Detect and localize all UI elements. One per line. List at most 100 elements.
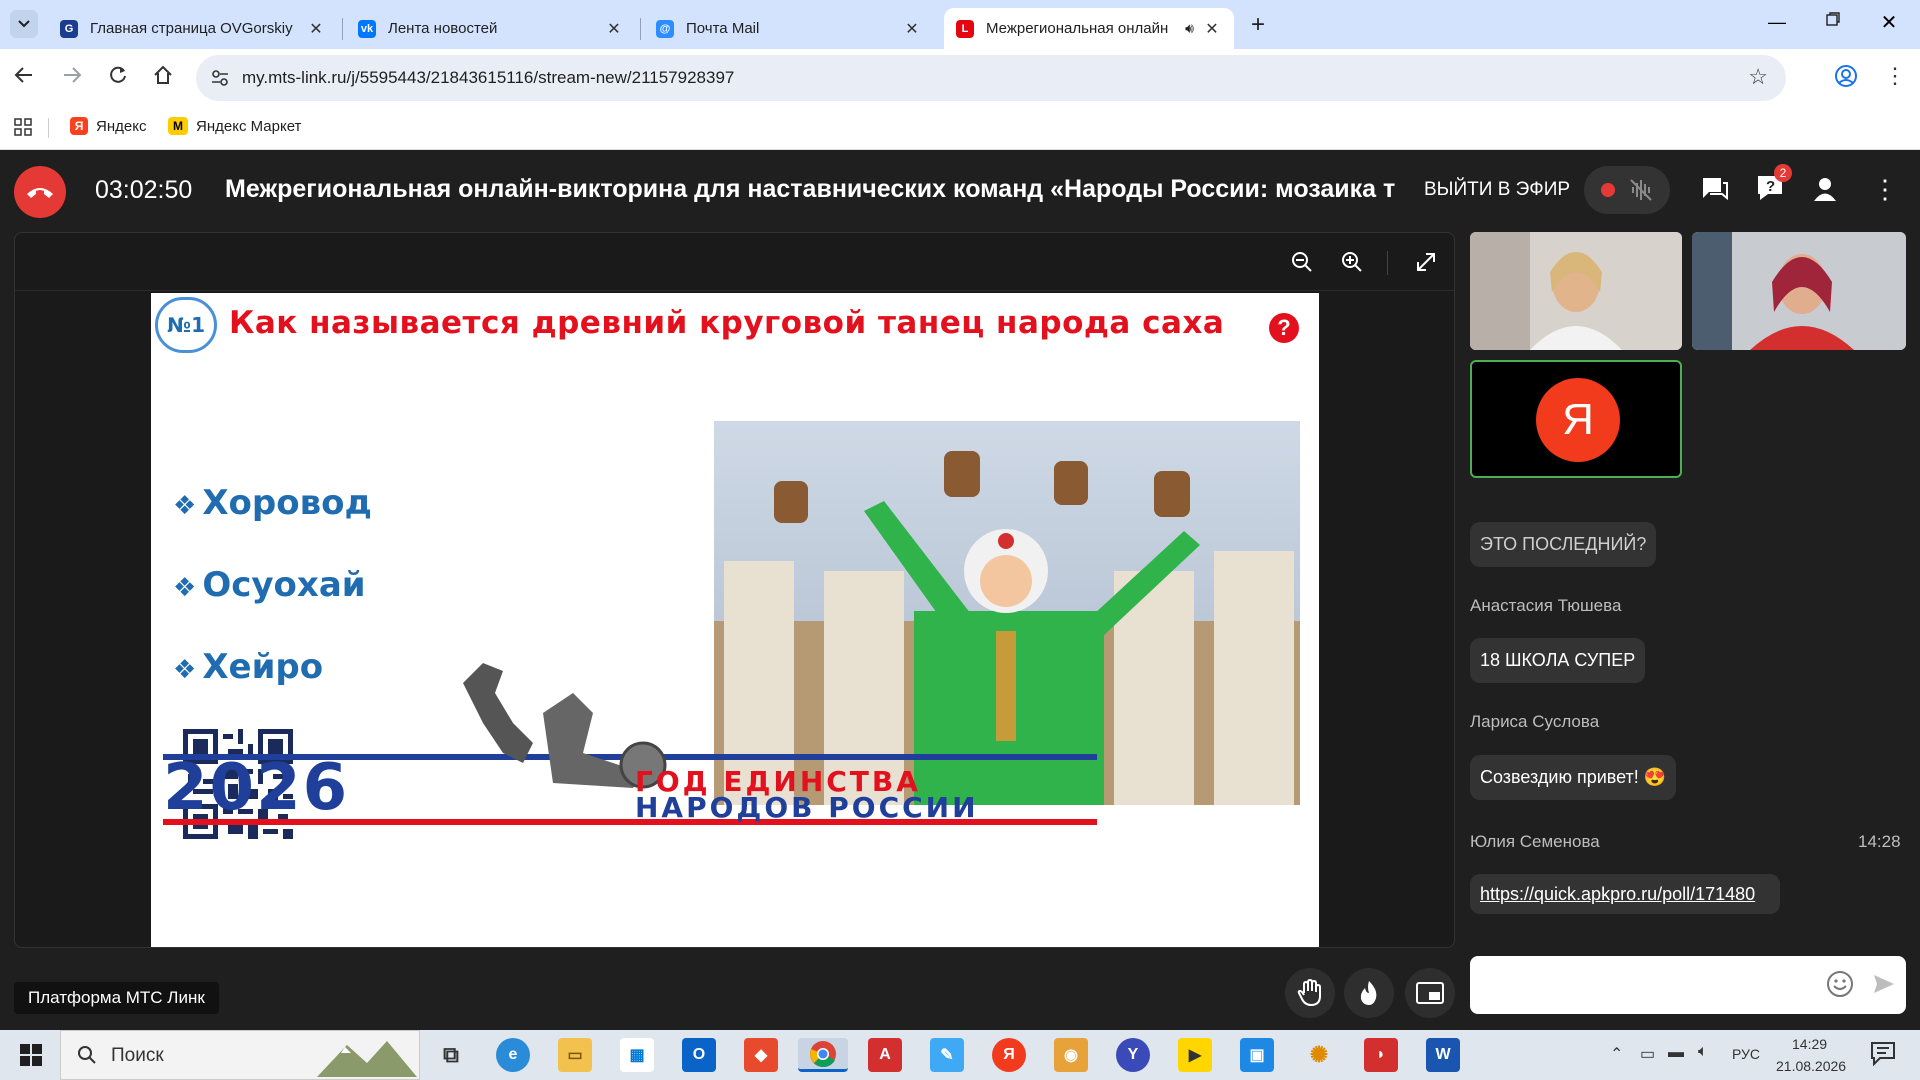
tab-news-feed[interactable]: vk Лента новостей ✕ xyxy=(346,8,636,49)
player-taskbar-icon[interactable]: ▶ xyxy=(1178,1038,1212,1072)
battery-icon[interactable]: ▬ xyxy=(1668,1044,1684,1062)
profile-icon xyxy=(1835,65,1857,87)
tray-chevron-icon[interactable]: ⌃ xyxy=(1610,1044,1623,1064)
fullscreen-button[interactable] xyxy=(1415,251,1437,278)
yandex-taskbar-icon[interactable]: Y xyxy=(1116,1038,1150,1072)
leave-call-button[interactable] xyxy=(14,166,66,218)
clock-time[interactable]: 14:29 xyxy=(1792,1036,1827,1052)
reload-button[interactable] xyxy=(108,65,128,90)
self-video-tile[interactable]: Я xyxy=(1470,360,1682,478)
tab-ovgorskiy[interactable]: G Главная страница OVGorskiy ✕ xyxy=(48,8,338,49)
restore-window-button[interactable] xyxy=(1818,12,1848,36)
tab-separator xyxy=(342,18,343,40)
diamond-bullet-icon: ❖ xyxy=(173,573,197,603)
zoom-in-button[interactable] xyxy=(1341,251,1363,278)
file-explorer-taskbar-icon[interactable]: ▭ xyxy=(558,1038,592,1072)
reactions-button[interactable] xyxy=(1344,968,1394,1018)
volume-icon[interactable]: 🔈︎ xyxy=(1698,1043,1708,1061)
session-timer: 03:02:50 xyxy=(95,176,193,204)
presentation-stage: №1 Как называется древний круговой танец… xyxy=(14,232,1455,948)
zoom-in-icon xyxy=(1342,252,1362,272)
taskbar-search-box[interactable]: Поиск xyxy=(60,1030,420,1080)
task-view-button[interactable]: ⧉ xyxy=(434,1038,468,1072)
svg-text:?: ? xyxy=(1766,178,1775,195)
raise-hand-button[interactable] xyxy=(1285,968,1335,1018)
answer-option: ❖ Хоровод xyxy=(173,483,372,523)
close-tab-icon[interactable]: ✕ xyxy=(902,19,922,39)
chat-timestamp: 14:28 xyxy=(1858,832,1901,851)
network-icon[interactable]: ▭ xyxy=(1640,1044,1655,1064)
store-taskbar-icon[interactable]: ▦ xyxy=(620,1038,654,1072)
chat-author: Лариса Суслова xyxy=(1470,712,1600,731)
questions-button[interactable]: ? 2 xyxy=(1756,164,1792,207)
outlook-taskbar-icon[interactable]: O xyxy=(682,1038,716,1072)
chat-button[interactable] xyxy=(1701,176,1729,207)
chat-input[interactable] xyxy=(1470,956,1906,1014)
bookmark-yandex[interactable]: Я Яндекс xyxy=(70,117,146,135)
pdf-reader-taskbar-icon[interactable]: A xyxy=(868,1038,902,1072)
edge-taskbar-icon[interactable]: e xyxy=(496,1038,530,1072)
year-banner: 2026 ГОД ЕДИНСТВА НАРОДОВ РОССИИ xyxy=(163,663,1307,943)
close-tab-icon[interactable]: ✕ xyxy=(306,19,326,39)
clock-date[interactable]: 21.08.2026 xyxy=(1776,1058,1846,1074)
picture-in-picture-button[interactable] xyxy=(1405,968,1455,1018)
new-tab-button[interactable]: + xyxy=(1244,12,1272,40)
notifications-icon[interactable] xyxy=(1870,1040,1896,1071)
home-button[interactable] xyxy=(152,64,174,91)
send-icon[interactable] xyxy=(1872,972,1896,1001)
speaker-icon[interactable]: 🔊︎ xyxy=(1185,20,1194,37)
chat-author: Юлия Семенова xyxy=(1470,832,1600,851)
bookmark-star-icon[interactable]: ☆ xyxy=(1748,64,1768,90)
game-taskbar-icon[interactable]: ✺ xyxy=(1302,1038,1336,1072)
tab-search-button[interactable] xyxy=(10,10,38,38)
chevron-down-icon xyxy=(18,20,30,28)
zoom-out-button[interactable] xyxy=(1291,251,1313,278)
hang-up-icon xyxy=(27,188,53,198)
go-live-button[interactable]: ВЫЙТИ В ЭФИР xyxy=(1424,179,1570,201)
forward-button[interactable] xyxy=(62,65,82,90)
close-tab-icon[interactable]: ✕ xyxy=(1202,19,1222,39)
start-button[interactable] xyxy=(14,1038,48,1072)
language-indicator[interactable]: РУС xyxy=(1732,1046,1760,1062)
diamond-bullet-icon: ❖ xyxy=(173,491,197,521)
more-options-button[interactable]: ⋮ xyxy=(1872,174,1898,205)
person-icon xyxy=(1814,178,1836,201)
hand-icon xyxy=(1297,979,1321,1007)
app-taskbar-icon[interactable]: ◆ xyxy=(744,1038,778,1072)
webinar-app: 03:02:50 Межрегиональная онлайн-викторин… xyxy=(0,150,1920,1030)
home-icon xyxy=(154,65,172,84)
participant-video-tile[interactable] xyxy=(1692,232,1906,350)
close-window-button[interactable]: ✕ xyxy=(1874,10,1904,34)
address-bar[interactable]: my.mts-link.ru/j/5595443/21843615116/str… xyxy=(196,55,1786,101)
yandex-browser-taskbar-icon[interactable]: Я xyxy=(992,1038,1026,1072)
participants-button[interactable] xyxy=(1812,176,1838,207)
url-text[interactable]: my.mts-link.ru/j/5595443/21843615116/str… xyxy=(242,68,734,88)
emoji-icon[interactable] xyxy=(1826,970,1854,1003)
bookmark-yandex-market[interactable]: M Яндекс Маркет xyxy=(168,117,301,135)
site-info-icon[interactable] xyxy=(210,68,230,93)
back-button[interactable] xyxy=(14,65,34,91)
browser-menu-button[interactable]: ⋮ xyxy=(1884,63,1906,89)
chat-message-link[interactable]: https://quick.apkpro.ru/poll/171480 xyxy=(1470,874,1780,914)
question-text: Как называется древний круговой танец на… xyxy=(229,305,1225,341)
yakut-dancers-photo xyxy=(714,421,1300,805)
webinar-title: Межрегиональная онлайн-викторина для нас… xyxy=(225,175,1395,203)
close-tab-icon[interactable]: ✕ xyxy=(604,19,624,39)
record-toggle[interactable] xyxy=(1584,166,1670,214)
search-highlight-mountains-icon xyxy=(317,1041,417,1077)
eye-app-taskbar-icon[interactable]: ◉ xyxy=(1054,1038,1088,1072)
reload-icon xyxy=(110,66,126,83)
chrome-taskbar-icon[interactable] xyxy=(798,1038,848,1072)
word-taskbar-icon[interactable]: W xyxy=(1426,1038,1460,1072)
tab-mail[interactable]: @ Почта Mail ✕ xyxy=(644,8,934,49)
red-app-taskbar-icon[interactable]: ◗ xyxy=(1364,1038,1398,1072)
tab-webinar[interactable]: L Межрегиональная онлайн 🔊︎ ✕ xyxy=(944,8,1234,49)
minimize-window-button[interactable]: — xyxy=(1762,12,1792,36)
apps-grid-icon[interactable] xyxy=(14,118,32,141)
arrow-left-icon xyxy=(14,67,32,83)
notepad-taskbar-icon[interactable]: ✎ xyxy=(930,1038,964,1072)
participant-video-tile[interactable] xyxy=(1470,232,1682,350)
bookmarks-divider xyxy=(48,118,49,138)
camera-app-taskbar-icon[interactable]: ▣ xyxy=(1240,1038,1274,1072)
profile-button[interactable] xyxy=(1834,64,1858,93)
